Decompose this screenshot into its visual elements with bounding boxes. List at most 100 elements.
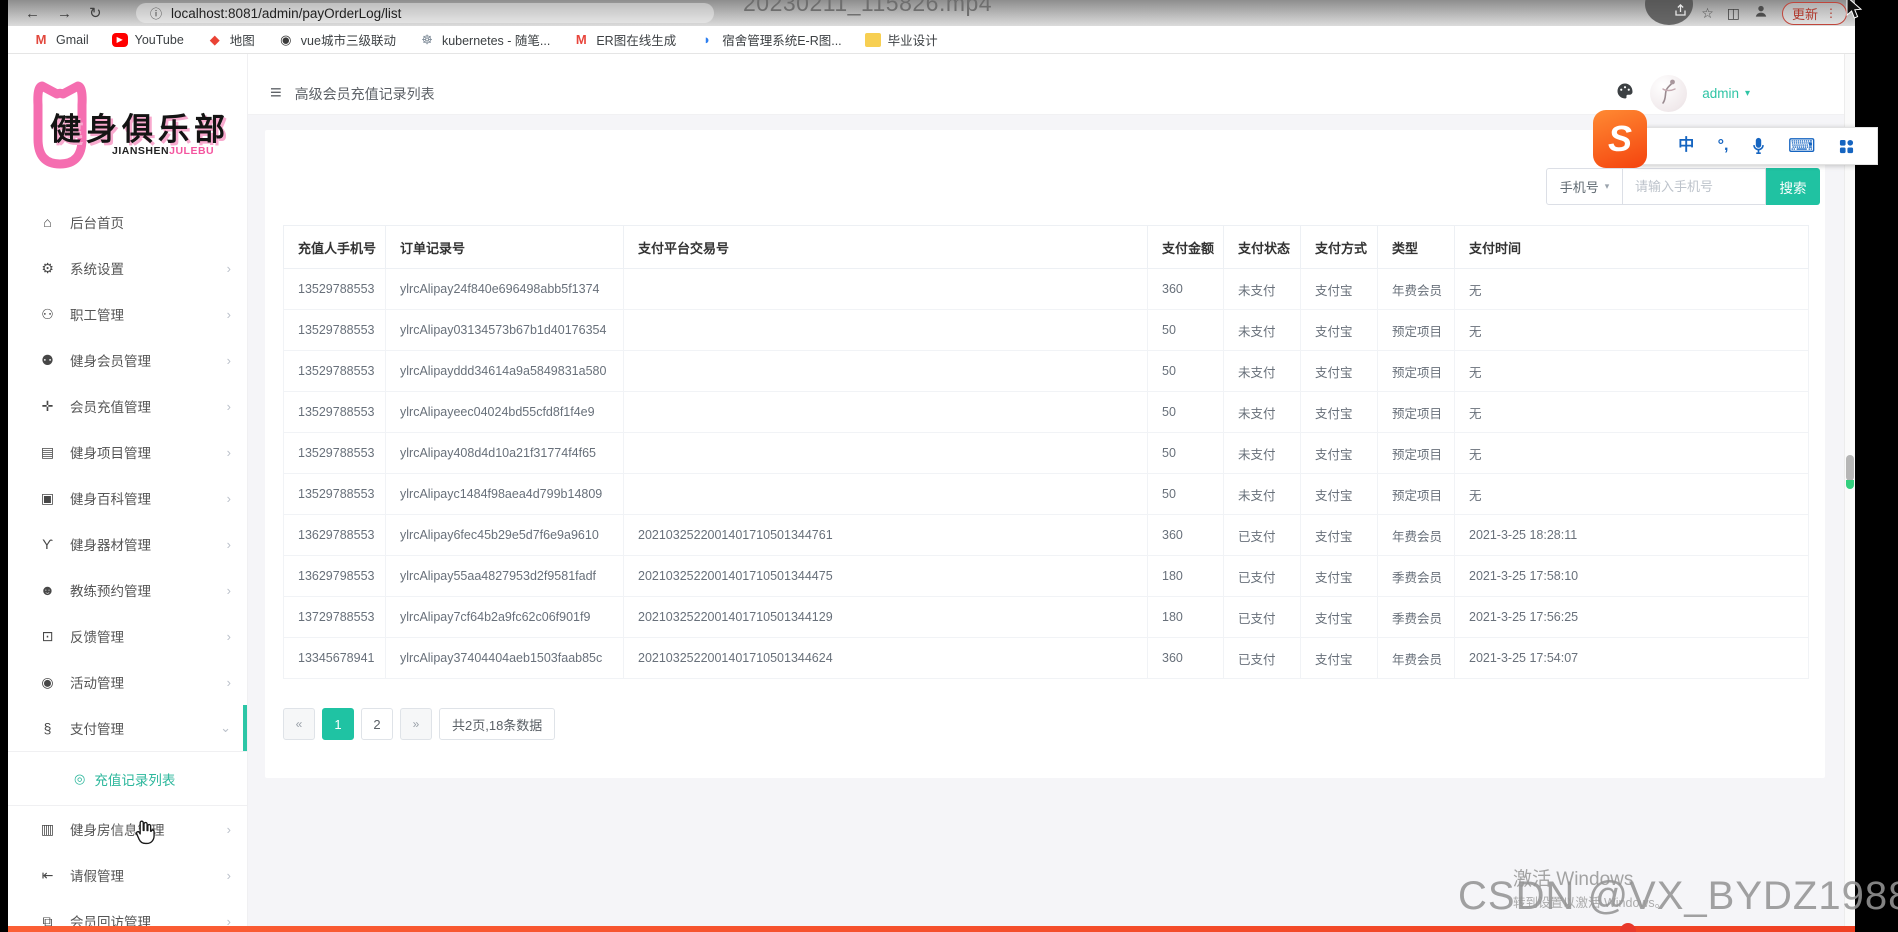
- bookmark-item[interactable]: ◉ vue城市三级联动: [278, 30, 396, 49]
- sogou-logo-icon[interactable]: S: [1593, 110, 1647, 168]
- bookmark-item[interactable]: 毕业设计: [864, 30, 938, 49]
- side-panel-icon[interactable]: ◫: [1727, 5, 1740, 22]
- profile-icon[interactable]: [1753, 3, 1769, 24]
- sidebar-item[interactable]: ⚙ 系统设置 ›: [8, 245, 247, 291]
- forward-icon[interactable]: →: [57, 6, 72, 21]
- record-list-icon: ◎: [74, 770, 86, 786]
- sidebar-item-label: 职工管理: [70, 308, 124, 323]
- sidebar-item-label: 会员充值管理: [70, 400, 151, 415]
- prev-page-button[interactable]: «: [283, 708, 315, 740]
- scrollbar[interactable]: [1844, 53, 1855, 926]
- sidebar-item[interactable]: ⌂ 后台首页: [8, 199, 247, 245]
- hamburger-icon[interactable]: ≡: [270, 82, 282, 105]
- search-field-select[interactable]: 手机号 ▾: [1546, 168, 1623, 205]
- cell-method: 支付宝: [1300, 514, 1378, 556]
- sidebar-item[interactable]: ◉ 活动管理 ›: [8, 659, 247, 705]
- sidebar-item[interactable]: ⇤ 请假管理 ›: [8, 852, 247, 898]
- home-icon: ⌂: [43, 214, 52, 230]
- chevron-right-icon: ›: [226, 352, 231, 368]
- share-icon[interactable]: [1673, 3, 1688, 23]
- ime-grid-icon[interactable]: [1839, 139, 1854, 154]
- address-bar[interactable]: ⓘ localhost:8081/admin/payOrderLog/list: [136, 3, 714, 23]
- username[interactable]: admin: [1702, 86, 1739, 101]
- page-title: 高级会员充值记录列表: [294, 85, 435, 102]
- cell-method: 支付宝: [1300, 350, 1378, 392]
- column-header: 订单记录号: [385, 225, 624, 269]
- sidebar-item[interactable]: ▤ 健身项目管理 ›: [8, 429, 247, 475]
- sidebar-subitem-label: 充值记录列表: [94, 772, 176, 788]
- bookmark-item[interactable]: ◆ 地图: [207, 30, 255, 49]
- sidebar-item[interactable]: ⚉ 健身会员管理 ›: [8, 337, 247, 383]
- sidebar-item[interactable]: ϒ 健身器材管理 ›: [8, 521, 247, 567]
- sidebar-subitem-recharge-records[interactable]: ◎ 充值记录列表: [8, 752, 247, 805]
- table-row: 13345678941 ylrcAlipay37404404aeb1503faab…: [283, 637, 1809, 679]
- site-info-icon[interactable]: ⓘ: [150, 5, 162, 22]
- cell-status: 已支付: [1223, 637, 1301, 679]
- bookmark-label: YouTube: [134, 32, 184, 47]
- sidebar-item[interactable]: ☻ 教练预约管理 ›: [8, 567, 247, 613]
- cell-order: ylrcAlipay6fec45b29e5d7f6e9a9610: [385, 514, 624, 556]
- cell-order: ylrcAlipay37404404aeb1503faab85c: [385, 637, 624, 679]
- cell-order: ylrcAlipayddd34614a9a5849831a580: [385, 350, 624, 392]
- keyboard-icon[interactable]: ⌨: [1788, 137, 1815, 156]
- sidebar-item[interactable]: § 支付管理 ⌄: [8, 705, 247, 751]
- next-page-button[interactable]: »: [400, 708, 432, 740]
- cell-order: ylrcAlipay24f840e696498abb5f1374: [385, 268, 624, 310]
- sidebar-item[interactable]: ⧉ 会员回访管理 ›: [8, 898, 247, 927]
- hand-cursor: [133, 818, 156, 850]
- bookmark-item[interactable]: ☸ kubernetes - 随笔...: [419, 30, 550, 49]
- admin-app: 健身俱乐部 JIANSHENJULEBU ⌂ 后台首页 ⚙ 系统设置 › ⚇ 职工管理 › ⚉ 健…: [8, 53, 1855, 926]
- page-button[interactable]: 2: [361, 708, 393, 740]
- sidebar-item[interactable]: ▣ 健身百科管理 ›: [8, 475, 247, 521]
- sidebar-item[interactable]: ✛ 会员充值管理 ›: [8, 383, 247, 429]
- bookmark-item[interactable]: ▶ YouTube: [111, 32, 184, 47]
- bookmark-favicon-icon: ◗: [703, 32, 712, 47]
- feedback-icon: ⊡: [41, 627, 54, 644]
- cell-amount: 50: [1147, 309, 1224, 351]
- cell-amount: 50: [1147, 391, 1224, 433]
- reload-icon[interactable]: ↻: [89, 6, 102, 21]
- search-button[interactable]: 搜索: [1766, 168, 1820, 205]
- payment-icon: §: [43, 720, 52, 736]
- app-logo[interactable]: 健身俱乐部 JIANSHENJULEBU: [8, 53, 247, 199]
- search-input[interactable]: [1623, 168, 1766, 205]
- cell-status: 已支付: [1223, 596, 1301, 638]
- video-progress-bar[interactable]: [8, 926, 1855, 932]
- video-playhead[interactable]: [1620, 923, 1636, 932]
- cell-time: 无: [1454, 350, 1809, 392]
- cell-type: 季费会员: [1377, 596, 1455, 638]
- cell-method: 支付宝: [1300, 473, 1378, 515]
- ime-language-toggle[interactable]: 中: [1678, 138, 1694, 154]
- bookmark-star-icon[interactable]: ☆: [1701, 5, 1714, 22]
- table-row: 13729788553 ylrcAlipay7cf64b2a9fc62c06f90…: [283, 596, 1809, 638]
- column-header: 支付状态: [1223, 225, 1301, 269]
- sidebar-item[interactable]: ▥ 健身房信息管理 ›: [8, 806, 247, 852]
- ime-punctuation-toggle[interactable]: °,: [1718, 138, 1729, 154]
- theme-palette-icon[interactable]: [1615, 81, 1635, 106]
- mouse-cursor: [1846, 0, 1863, 26]
- logo-title: 健身俱乐部: [50, 112, 230, 147]
- video-frame: ← → ↻ ⓘ localhost:8081/admin/payOrderLog…: [8, 0, 1855, 932]
- cell-type: 预定项目: [1377, 473, 1455, 515]
- cell-status: 未支付: [1223, 309, 1301, 351]
- user-caret-icon[interactable]: ▾: [1745, 88, 1750, 99]
- sidebar-item[interactable]: ⊡ 反馈管理 ›: [8, 613, 247, 659]
- microphone-icon[interactable]: [1752, 137, 1765, 155]
- update-label: 更新: [1791, 6, 1818, 22]
- bookmark-item[interactable]: M ER图在线生成: [573, 30, 676, 49]
- menu-dots-icon[interactable]: ⋮: [1825, 6, 1837, 20]
- sidebar-item-label: 反馈管理: [70, 630, 124, 645]
- bookmark-item[interactable]: M Gmail: [33, 33, 89, 47]
- chrome-update-button[interactable]: 更新 ⋮: [1781, 1, 1847, 25]
- cell-status: 未支付: [1223, 350, 1301, 392]
- page-button[interactable]: 1: [322, 708, 354, 740]
- cell-txn: [623, 391, 1148, 433]
- table-body: 13529788553 ylrcAlipay24f840e696498abb5f1…: [283, 268, 1809, 679]
- sidebar-item[interactable]: ⚇ 职工管理 ›: [8, 291, 247, 337]
- avatar[interactable]: [1650, 75, 1688, 112]
- scrollbar-thumb[interactable]: [1846, 455, 1854, 481]
- chevron-right-icon: ›: [226, 674, 231, 690]
- wiki-icon: ▣: [40, 489, 55, 506]
- bookmark-item[interactable]: ◗ 宿舍管理系统E-R图...: [699, 30, 841, 49]
- back-icon[interactable]: ←: [25, 6, 40, 21]
